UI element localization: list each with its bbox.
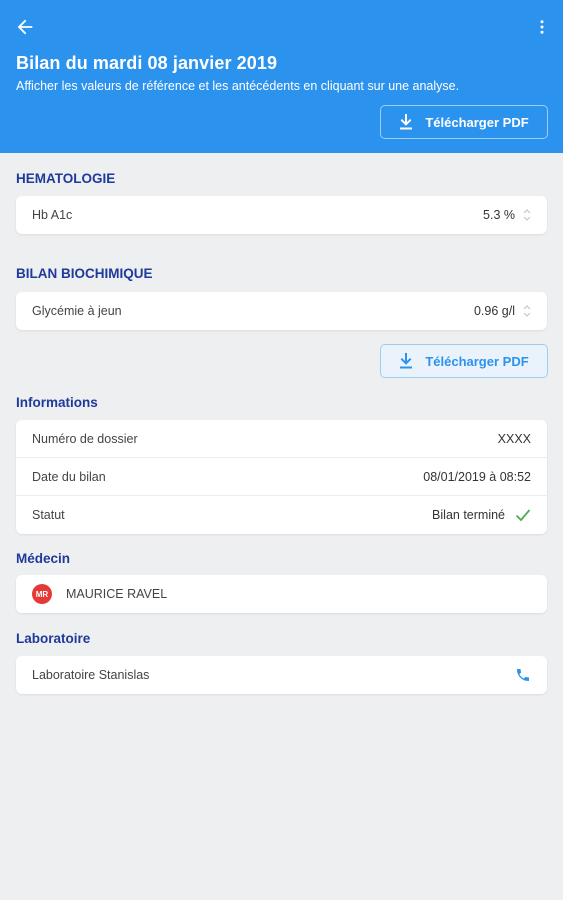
download-pdf-button-body[interactable]: Télécharger PDF bbox=[380, 344, 548, 378]
lab-row: Laboratoire Stanislas bbox=[16, 656, 547, 694]
analysis-row-hba1c[interactable]: Hb A1c 5.3 % bbox=[16, 196, 547, 234]
card-biochimie: Glycémie à jeun 0.96 g/l bbox=[16, 292, 547, 330]
more-options-button[interactable] bbox=[533, 16, 551, 38]
card-laboratoire: Laboratoire Stanislas bbox=[16, 656, 547, 694]
analysis-row-glycemie[interactable]: Glycémie à jeun 0.96 g/l bbox=[16, 292, 547, 330]
analysis-label: Hb A1c bbox=[32, 208, 73, 222]
download-pdf-label: Télécharger PDF bbox=[425, 114, 529, 130]
download-icon bbox=[400, 114, 413, 130]
analysis-value: 5.3 % bbox=[483, 208, 515, 222]
section-title-informations: Informations bbox=[16, 395, 98, 410]
card-medecin: MR MAURICE RAVEL bbox=[16, 575, 547, 613]
back-button[interactable] bbox=[14, 16, 36, 38]
analysis-label: Glycémie à jeun bbox=[32, 304, 122, 318]
analysis-value: 0.96 g/l bbox=[473, 304, 515, 318]
card-hematologie: Hb A1c 5.3 % bbox=[16, 196, 547, 234]
phone-icon[interactable] bbox=[515, 667, 531, 683]
chevron-updown-icon bbox=[523, 208, 531, 222]
info-row-statut: Statut Bilan terminé bbox=[16, 496, 547, 534]
section-title-medecin: Médecin bbox=[16, 551, 71, 566]
card-informations: Numéro de dossier XXXX Date du bilan 08/… bbox=[16, 420, 547, 534]
section-title-hematologie: HEMATOLOGIE bbox=[16, 171, 116, 186]
info-label: Date du bilan bbox=[32, 469, 106, 484]
info-label: Statut bbox=[32, 508, 65, 522]
doctor-name: MAURICE RAVEL bbox=[66, 587, 168, 601]
status-value: Bilan terminé bbox=[432, 508, 505, 522]
download-pdf-button-header[interactable]: Télécharger PDF bbox=[380, 105, 548, 139]
lab-name: Laboratoire Stanislas bbox=[32, 668, 150, 682]
chevron-updown-icon bbox=[523, 304, 531, 318]
info-value: XXXX bbox=[497, 431, 531, 446]
arrow-back-icon bbox=[17, 19, 33, 35]
info-row-date: Date du bilan 08/01/2019 à 08:52 bbox=[16, 458, 547, 496]
page-title: Bilan du mardi 08 janvier 2019 bbox=[16, 53, 278, 73]
download-pdf-label: Télécharger PDF bbox=[425, 353, 529, 369]
doctor-row[interactable]: MR MAURICE RAVEL bbox=[16, 575, 547, 613]
more-vert-icon bbox=[540, 20, 544, 34]
app-header: Bilan du mardi 08 janvier 2019 Afficher … bbox=[0, 0, 563, 153]
download-icon bbox=[400, 353, 413, 369]
info-label: Numéro de dossier bbox=[32, 431, 138, 446]
info-row-dossier: Numéro de dossier XXXX bbox=[16, 420, 547, 458]
avatar: MR bbox=[32, 584, 52, 604]
check-icon bbox=[515, 509, 531, 522]
page-subtitle: Afficher les valeurs de référence et les… bbox=[16, 79, 460, 93]
section-title-laboratoire: Laboratoire bbox=[16, 631, 91, 646]
info-value: 08/01/2019 à 08:52 bbox=[423, 469, 531, 484]
section-title-biochimie: BILAN BIOCHIMIQUE bbox=[16, 266, 153, 281]
